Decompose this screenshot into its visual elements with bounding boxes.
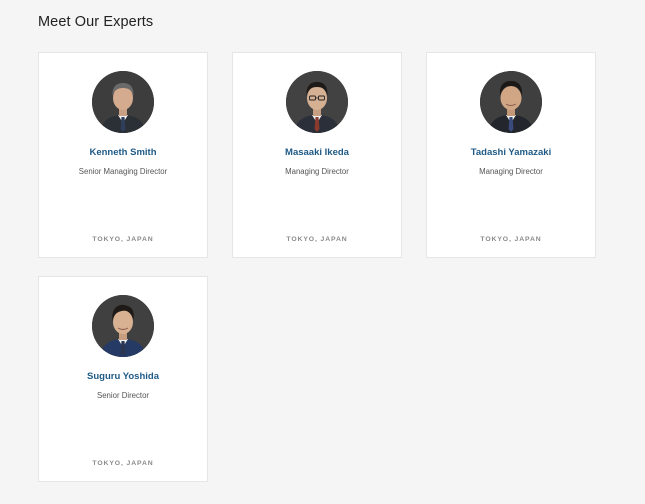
expert-card[interactable]: Suguru Yoshida Senior Director TOKYO, JA…	[38, 276, 208, 482]
expert-avatar[interactable]	[92, 71, 154, 133]
expert-location: TOKYO, JAPAN	[92, 236, 154, 243]
person-portrait-icon	[92, 295, 154, 357]
expert-role: Senior Director	[97, 391, 149, 400]
expert-role: Managing Director	[285, 167, 349, 176]
person-portrait-icon	[480, 71, 542, 133]
expert-name[interactable]: Suguru Yoshida	[39, 371, 207, 382]
expert-role: Managing Director	[479, 167, 543, 176]
section-title: Meet Our Experts	[38, 14, 154, 30]
person-portrait-icon	[286, 71, 348, 133]
expert-avatar[interactable]	[92, 295, 154, 357]
expert-card[interactable]: Masaaki Ikeda Managing Director TOKYO, J…	[232, 52, 402, 258]
expert-name[interactable]: Masaaki Ikeda	[233, 147, 401, 158]
expert-role: Senior Managing Director	[78, 167, 168, 176]
expert-name[interactable]: Kenneth Smith	[39, 147, 207, 158]
person-portrait-icon	[92, 71, 154, 133]
expert-avatar[interactable]	[286, 71, 348, 133]
expert-location: TOKYO, JAPAN	[286, 236, 348, 243]
experts-grid: Kenneth Smith Senior Managing Director T…	[38, 52, 596, 482]
expert-name[interactable]: Tadashi Yamazaki	[427, 147, 595, 158]
page: Meet Our Experts Kenneth Smith Senior Ma…	[0, 0, 645, 504]
expert-card[interactable]: Kenneth Smith Senior Managing Director T…	[38, 52, 208, 258]
expert-avatar[interactable]	[480, 71, 542, 133]
expert-location: TOKYO, JAPAN	[92, 460, 154, 467]
expert-card[interactable]: Tadashi Yamazaki Managing Director TOKYO…	[426, 52, 596, 258]
expert-location: TOKYO, JAPAN	[480, 236, 542, 243]
